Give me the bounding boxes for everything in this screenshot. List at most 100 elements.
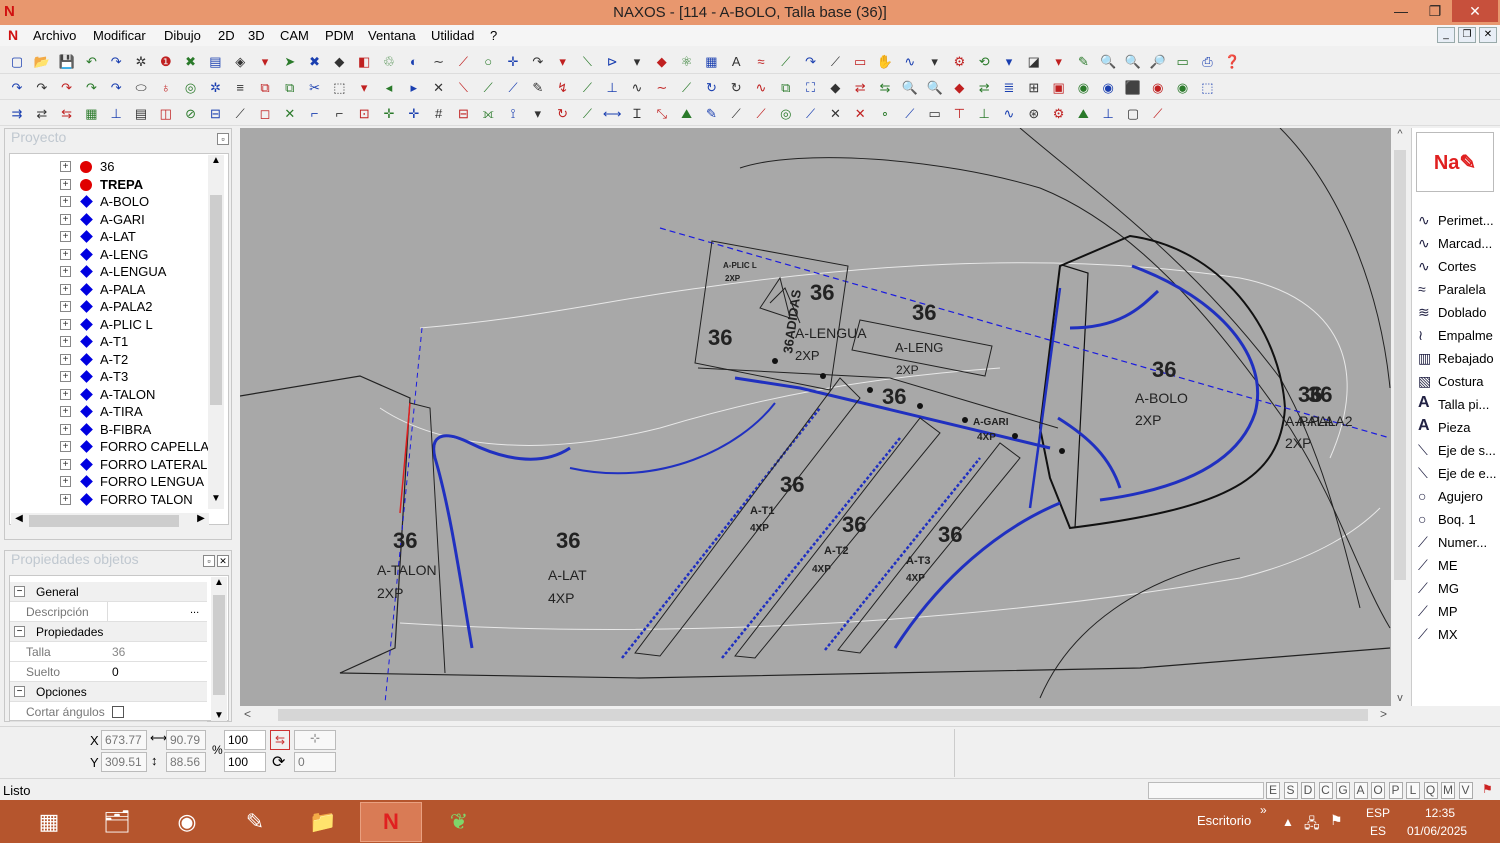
naxos-app-icon[interactable]: N — [360, 802, 422, 842]
scroll-down-icon[interactable]: ▼ — [211, 710, 227, 721]
toolbar-icon[interactable]: 💾 — [58, 52, 76, 70]
toolbar-icon[interactable]: ↷ — [802, 52, 820, 70]
scale-x-field[interactable]: 100 — [224, 730, 266, 750]
flag-icon[interactable]: ⚑ — [1330, 812, 1343, 829]
toolbar-icon[interactable]: ⟗ — [479, 104, 497, 122]
toolbar-icon[interactable]: ◆ — [950, 78, 968, 96]
toolbar-icon[interactable]: 📂 — [33, 52, 51, 70]
toolbar-icon[interactable]: ⬭ — [132, 78, 150, 96]
toolbar-icon[interactable]: ⟋ — [454, 52, 472, 70]
expand-icon[interactable]: + — [60, 318, 71, 330]
toolbar-icon[interactable]: ◉ — [1174, 78, 1192, 96]
toolbar-icon[interactable]: ▾ — [529, 104, 547, 122]
toolbar-icon[interactable]: ⟋ — [826, 52, 844, 70]
toolbar-icon[interactable]: ⟋ — [802, 104, 820, 122]
toolbar-icon[interactable]: ♁ — [157, 78, 175, 96]
collapse-icon[interactable]: − — [14, 626, 25, 637]
toolbar-icon[interactable]: ∿ — [1000, 104, 1018, 122]
mirror-icon[interactable]: ⇆ — [270, 730, 290, 750]
toolbar-icon[interactable]: ≈ — [752, 52, 770, 70]
toolbar-icon[interactable]: ⇆ — [876, 78, 894, 96]
pencil-app-icon[interactable]: ✎ — [224, 802, 286, 842]
expand-icon[interactable]: + — [60, 248, 71, 260]
toolbar-icon[interactable]: ⟋ — [578, 78, 596, 96]
toolbar-icon[interactable]: ↷ — [33, 78, 51, 96]
tree-hscroll-thumb[interactable] — [29, 515, 179, 527]
menu-2d[interactable]: 2D — [218, 28, 235, 43]
toolbar-icon[interactable]: ✕ — [851, 104, 869, 122]
toolbar-icon[interactable]: ↻ — [727, 78, 745, 96]
toolbar-icon[interactable]: ⟋ — [578, 104, 596, 122]
toolbar-icon[interactable]: ○ — [479, 52, 497, 70]
mdi-restore-button[interactable]: ❐ — [1458, 27, 1476, 43]
expand-icon[interactable]: + — [60, 196, 71, 207]
drawing-canvas[interactable]: 36 36 36 36 36 36 36 36 36 36 36 36 A-PL… — [240, 128, 1391, 706]
toolbar-icon[interactable]: ▭ — [851, 52, 869, 70]
scroll-right-icon[interactable]: > — [1380, 707, 1387, 721]
toolbar-icon[interactable]: ↷ — [82, 78, 100, 96]
folder-app-icon[interactable]: 📁 — [292, 802, 354, 842]
toolbar-icon[interactable]: ✕ — [430, 78, 448, 96]
toolbar-chevron-icon[interactable]: » — [1260, 803, 1267, 817]
toolbar-icon[interactable]: ⟋ — [777, 52, 795, 70]
toolbar-icon[interactable]: ⊥ — [1099, 104, 1117, 122]
escritorio-toolbar[interactable]: Escritorio — [1197, 813, 1251, 828]
expand-icon[interactable]: + — [60, 336, 71, 347]
toolbar-icon[interactable]: ⊟ — [206, 104, 224, 122]
expand-icon[interactable]: + — [60, 353, 71, 365]
toolbar-icon[interactable]: ✕ — [826, 104, 844, 122]
tree-vscroll-thumb[interactable] — [210, 195, 222, 405]
toolbar-icon[interactable]: ⧉ — [281, 78, 299, 96]
toolbar-icon[interactable]: 🔍 — [901, 78, 919, 96]
toolbar-icon[interactable]: ↷ — [8, 78, 26, 96]
toolbar-icon[interactable]: ↷ — [529, 52, 547, 70]
toolbar-icon[interactable]: ◆ — [653, 52, 671, 70]
expand-icon[interactable]: + — [60, 371, 71, 382]
toolbar-icon[interactable]: ≡ — [231, 78, 249, 96]
toolbar-icon[interactable]: 🔍 — [926, 78, 944, 96]
toolbar-icon[interactable]: ✛ — [380, 104, 398, 122]
clock-date[interactable]: 01/06/2025 — [1407, 824, 1467, 838]
menu-modificar[interactable]: Modificar — [93, 28, 146, 43]
toolbar-icon[interactable]: ⊡ — [355, 104, 373, 122]
toolbar-icon[interactable]: Ɪ — [628, 104, 646, 122]
height-field[interactable]: 88.56 — [166, 752, 206, 772]
toolbar-icon[interactable]: ⚙ — [950, 52, 968, 70]
toolbar-icon[interactable]: ↷ — [107, 52, 125, 70]
toolbar-icon[interactable]: ⟋ — [752, 104, 770, 122]
toolbar-icon[interactable]: ↷ — [58, 78, 76, 96]
toolbar-icon[interactable]: ❶ — [157, 52, 175, 70]
clock-time[interactable]: 12:35 — [1425, 806, 1455, 820]
toolbar-icon[interactable]: ▦ — [702, 52, 720, 70]
minimize-button[interactable]: — — [1384, 0, 1418, 22]
mdi-minimize-button[interactable]: _ — [1437, 27, 1455, 43]
toolbar-icon[interactable]: ◎ — [777, 104, 795, 122]
toolbar-icon[interactable]: A — [727, 52, 745, 70]
tray-up-icon[interactable]: ▲ — [1282, 815, 1294, 829]
toolbar-icon[interactable]: ∼ — [430, 52, 448, 70]
panel-dock-icon[interactable]: ▫ — [217, 133, 229, 145]
toolbar-icon[interactable]: ⇆ — [58, 104, 76, 122]
scroll-up-icon[interactable]: ▲ — [211, 577, 227, 588]
toolbar-icon[interactable]: ▢ — [1124, 104, 1142, 122]
toolbar-icon[interactable]: ▾ — [256, 52, 274, 70]
toolbar-icon[interactable]: ➤ — [281, 52, 299, 70]
toolbar-icon[interactable]: ≣ — [1000, 78, 1018, 96]
toolbar-icon[interactable]: ◆ — [826, 78, 844, 96]
y-coordinate-field[interactable]: 309.51 — [101, 752, 147, 772]
menu-utilidad[interactable]: Utilidad — [431, 28, 474, 43]
toolbar-icon[interactable]: ⌐ — [306, 104, 324, 122]
toolbar-icon[interactable]: ◂ — [380, 78, 398, 96]
scroll-up-icon[interactable]: ^ — [1391, 128, 1409, 140]
move-icon[interactable]: ⊹ — [294, 730, 336, 750]
toolbar-icon[interactable]: ⎙ — [1198, 52, 1216, 70]
status-mode-indicator[interactable]: S — [1283, 782, 1298, 799]
toolbar-icon[interactable]: ▣ — [1050, 78, 1068, 96]
width-field[interactable]: 90.79 — [166, 730, 206, 750]
toolbar-icon[interactable]: ◫ — [157, 104, 175, 122]
toolbar-icon[interactable]: ⛰ — [678, 104, 696, 122]
toolbar-icon[interactable]: 🔍 — [1124, 52, 1142, 70]
toolbar-icon[interactable]: ◐ — [405, 52, 423, 70]
toolbar-icon[interactable]: ✎ — [1074, 52, 1092, 70]
toolbar-icon[interactable]: ⟋ — [231, 104, 249, 122]
